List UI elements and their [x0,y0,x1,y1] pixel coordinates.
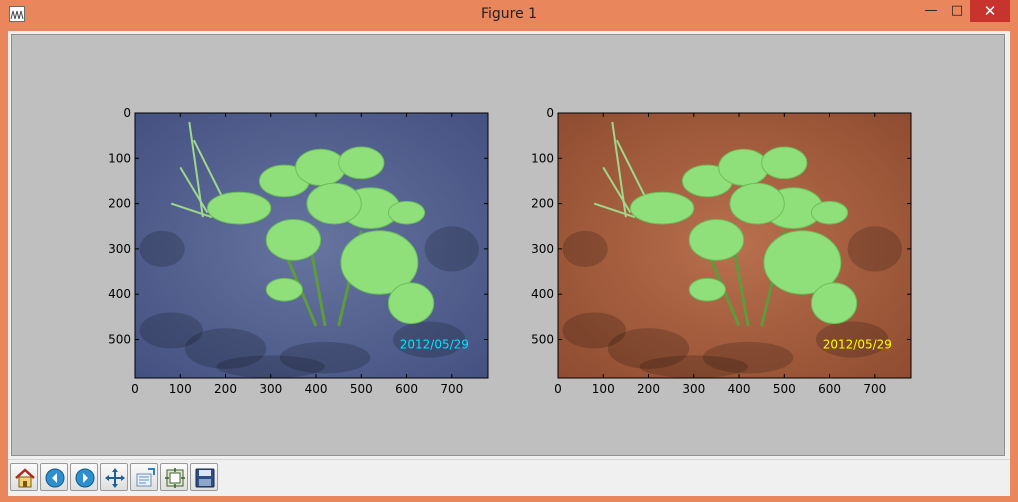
date-stamp: 2012/05/29 [400,338,469,352]
subplot-right: 2012/05/29 0 100 200 300 400 500 600 700 0 100 200 3… [531,106,912,396]
configure-subplots-button[interactable] [160,463,188,491]
figure-canvas[interactable]: 2012/05/29 0 100 200 300 400 500 600 700 0 100 200 3… [11,34,1005,456]
plant-leaf [265,277,303,302]
figure-svg: 2012/05/29 0 100 200 300 400 500 600 700 0 100 200 3… [108,106,912,396]
x-tick-label: 0 [131,382,139,396]
plant-leaf [688,277,726,302]
pan-button[interactable] [100,463,128,491]
y-tick-label: 0 [546,106,554,120]
y-tick-label: 500 [531,332,554,346]
save-button[interactable] [190,463,218,491]
minimize-button[interactable]: — [918,0,944,22]
soil-clod [562,230,608,268]
x-tick-label: 200 [637,382,660,396]
zoom-rect-button[interactable] [130,463,158,491]
plant-leaf [729,182,785,225]
title-bar[interactable]: Figure 1 — □ ✕ [0,0,1018,30]
plant-leaf [629,191,695,225]
plant-leaf [718,148,769,186]
save-icon [195,468,215,488]
zoom-rect-icon [136,468,155,487]
plant-leaf [265,218,322,261]
forward-arrow-icon [75,468,95,488]
plant-leaf [810,282,858,325]
subplot-left: 2012/05/29 0 100 200 300 400 500 600 700 0 100 200 3… [108,106,489,396]
pan-icon [105,468,125,488]
soil-clod [847,226,902,272]
forward-button[interactable] [70,463,98,491]
y-tick-label: 100 [531,151,554,165]
close-button[interactable]: ✕ [970,0,1010,22]
x-tick-label: 300 [682,382,705,396]
x-tick-label: 500 [773,382,796,396]
x-tick-label: 600 [818,382,841,396]
x-tick-label: 500 [350,382,373,396]
x-tick-label: 700 [440,382,463,396]
x-tick-label: 600 [395,382,418,396]
subplots-config-icon [165,468,185,488]
navigation-toolbar [8,459,1010,496]
plant-leaf [387,282,435,325]
x-tick-label: 700 [863,382,886,396]
maximize-button[interactable]: □ [944,0,970,22]
y-tick-label: 200 [108,197,131,211]
x-tick-label: 0 [554,382,562,396]
y-tick-label: 300 [108,242,131,256]
plant-leaf [688,218,745,261]
figure-client-area: 2012/05/29 0 100 200 300 400 500 600 700 0 100 200 3… [8,31,1010,496]
window-title: Figure 1 [480,6,538,22]
x-tick-label: 400 [305,382,328,396]
plant-leaf [761,146,808,180]
y-tick-label: 100 [108,151,131,165]
soil-clod [139,230,185,268]
y-tick-label: 500 [108,332,131,346]
plant-leaf [306,182,362,225]
app-window: Figure 1 — □ ✕ 2012/05/29 0 100 200 300 400 [0,0,1018,502]
x-tick-label: 100 [592,382,615,396]
back-arrow-icon [45,468,65,488]
x-tick-label: 300 [259,382,282,396]
y-tick-label: 200 [531,197,554,211]
y-tick-label: 0 [123,106,131,120]
x-tick-label: 200 [214,382,237,396]
x-tick-label: 100 [169,382,192,396]
plant-leaf [810,200,849,225]
x-tick-label: 400 [728,382,751,396]
plant-leaf [387,200,426,225]
y-tick-label: 400 [531,287,554,301]
y-tick-label: 300 [531,242,554,256]
home-button[interactable] [10,463,38,491]
home-icon [15,468,35,488]
plant-leaf [206,191,272,225]
soil-clod [424,226,479,272]
plant-leaf [338,146,385,180]
plant-leaf [295,148,346,186]
back-button[interactable] [40,463,68,491]
date-stamp: 2012/05/29 [823,338,892,352]
y-tick-label: 400 [108,287,131,301]
